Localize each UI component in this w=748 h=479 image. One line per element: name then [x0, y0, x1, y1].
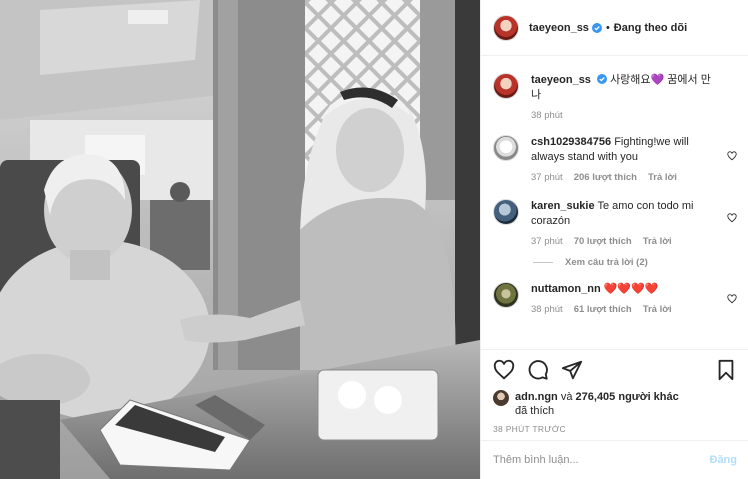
comment-username[interactable]: karen_sukie: [531, 200, 595, 212]
comment-input[interactable]: [493, 454, 710, 466]
action-icons: [493, 356, 737, 384]
verified-badge-icon: [591, 22, 602, 33]
comment-heart-icon[interactable]: [727, 213, 737, 223]
caption-username[interactable]: taeyeon_ss: [531, 74, 591, 86]
comment-heart-icon[interactable]: [727, 151, 737, 161]
add-comment-bar: Đăng: [481, 440, 748, 479]
caption: taeyeon_ss 사랑해요💜 꿈에서 만나 38 phút: [481, 57, 748, 121]
comment-text: ❤️❤️❤️❤️: [603, 283, 659, 295]
reply-button[interactable]: Trả lời: [643, 236, 672, 247]
comment-icon[interactable]: [527, 359, 549, 381]
comments-list[interactable]: taeyeon_ss 사랑해요💜 꿈에서 만나 38 phút csh10293…: [481, 57, 748, 349]
commenter-avatar[interactable]: [493, 199, 519, 225]
post-photo[interactable]: [0, 0, 480, 479]
view-replies-button[interactable]: Xem câu trả lời (2): [533, 257, 748, 268]
comment-time[interactable]: 37 phút: [531, 172, 563, 183]
post-photo-image: [0, 0, 480, 479]
bookmark-icon[interactable]: [715, 359, 737, 381]
comment-username[interactable]: nuttamon_nn: [531, 283, 601, 295]
share-icon[interactable]: [561, 359, 583, 381]
comment-item: karen_sukie Te amo con todo mi corazón 3…: [481, 183, 748, 247]
replies-divider: [533, 262, 553, 263]
post-actions: adn.ngn và 276,405 người khác đã thích 3…: [481, 349, 748, 443]
comment-item: csh1029384756 Fighting!we will always st…: [481, 121, 748, 183]
following-button[interactable]: Đang theo dõi: [614, 22, 687, 34]
post-comment-button[interactable]: Đăng: [710, 454, 738, 466]
comment-like-count[interactable]: 206 lượt thích: [574, 172, 637, 183]
liker-avatar[interactable]: [493, 390, 509, 406]
posted-timestamp[interactable]: 38 PHÚT TRƯỚC: [493, 424, 737, 434]
caption-time[interactable]: 38 phút: [531, 110, 563, 121]
commenter-avatar[interactable]: [493, 282, 519, 308]
post-side-panel: taeyeon_ss • Đang theo dõi taeyeon_ss 사랑…: [480, 0, 748, 479]
verified-badge-icon: [597, 74, 607, 84]
author-avatar[interactable]: [493, 14, 519, 41]
likes-suffix: đã thích: [515, 405, 555, 417]
post-header: taeyeon_ss • Đang theo dõi: [481, 0, 748, 56]
caption-avatar[interactable]: [493, 73, 519, 99]
comment-item: nuttamon_nn ❤️❤️❤️❤️ 38 phút 61 lượt thí…: [481, 268, 748, 315]
reply-button[interactable]: Trả lời: [643, 304, 672, 315]
reply-button[interactable]: Trả lời: [648, 172, 677, 183]
author-username[interactable]: taeyeon_ss: [529, 22, 589, 34]
likes-count[interactable]: 276,405 người khác: [576, 391, 679, 403]
comment-heart-icon[interactable]: [727, 294, 737, 304]
view-replies-label: Xem câu trả lời (2): [565, 257, 648, 268]
likes-connector: và: [560, 391, 573, 403]
comment-time[interactable]: 37 phút: [531, 236, 563, 247]
instagram-post-modal: taeyeon_ss • Đang theo dõi taeyeon_ss 사랑…: [0, 0, 748, 479]
comment-like-count[interactable]: 61 lượt thích: [574, 304, 632, 315]
comment-time[interactable]: 38 phút: [531, 304, 563, 315]
commenter-avatar[interactable]: [493, 135, 519, 161]
likes-summary: adn.ngn và 276,405 người khác đã thích: [493, 390, 737, 418]
header-separator: •: [605, 21, 610, 34]
liker-username[interactable]: adn.ngn: [515, 391, 558, 403]
heart-icon[interactable]: [493, 359, 515, 381]
comment-username[interactable]: csh1029384756: [531, 136, 611, 148]
comment-like-count[interactable]: 70 lượt thích: [574, 236, 632, 247]
